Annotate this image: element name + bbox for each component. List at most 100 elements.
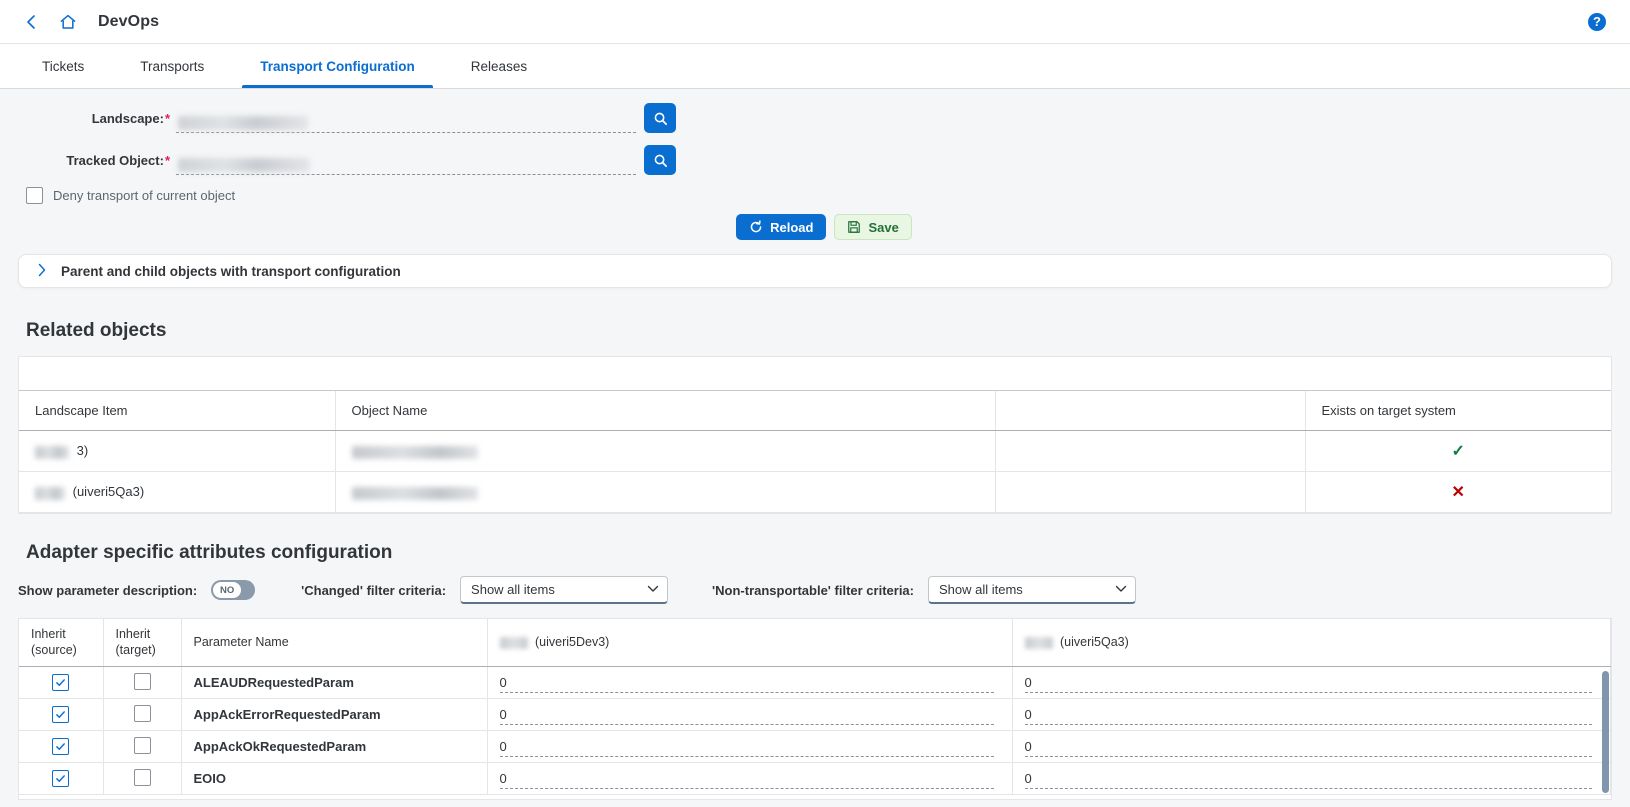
chevron-right-glyph — [38, 263, 46, 276]
landscape-label-text: Landscape: — [91, 110, 164, 126]
chevron-down-icon — [647, 584, 659, 596]
column-exists-on-target-system[interactable]: Exists on target system — [1305, 391, 1611, 431]
reload-button[interactable]: Reload — [736, 214, 827, 240]
table-row[interactable]: (uiveri5Qa3) ✕ — [19, 471, 1611, 513]
help-icon[interactable]: ? — [1588, 12, 1606, 31]
search-icon — [654, 154, 667, 167]
inherit-source-checkbox[interactable] — [52, 770, 70, 788]
table-row[interactable]: AppAckErrorRequestedParam 0 0 — [19, 698, 1611, 732]
cell-parameter-name: EOIO — [181, 762, 488, 796]
cell-spacer — [995, 430, 1306, 472]
adapter-attributes-title: Adapter specific attributes configuratio… — [26, 542, 393, 563]
parameters-table-scrollbar[interactable] — [1602, 671, 1609, 793]
parameters-table-card: Inherit (source) Inherit (target) Parame… — [18, 618, 1612, 800]
tracked-object-label-text: Tracked Object: — [66, 152, 164, 168]
column-object-name[interactable]: Object Name — [335, 391, 996, 431]
cell-exists-on-target: ✕ — [1305, 471, 1611, 513]
redacted-text — [499, 636, 528, 649]
cell-dev-value[interactable]: 0 — [487, 698, 1013, 732]
chevron-down-glyph — [647, 585, 659, 592]
cell-qa-value[interactable]: 0 — [1012, 730, 1611, 764]
save-button-label: Save — [868, 219, 899, 235]
show-parameter-description-label: Show parameter description: — [18, 582, 198, 598]
inherit-source-checkbox[interactable] — [52, 738, 70, 756]
column-parameter-name[interactable]: Parameter Name — [181, 619, 488, 668]
refresh-icon — [750, 220, 762, 233]
tracked-object-field-wrap — [176, 145, 676, 175]
related-objects-toolbar — [19, 357, 1611, 391]
landscape-item-text: (uiveri5Qa3) — [72, 484, 145, 500]
inherit-target-checkbox[interactable] — [133, 768, 151, 786]
tab-transports[interactable]: Transports — [112, 44, 232, 88]
cell-parameter-name: AppAckErrorRequestedParam — [181, 698, 488, 732]
cell-exists-on-target: ✓ — [1305, 430, 1611, 472]
home-button[interactable] — [52, 7, 84, 37]
chevron-right-icon[interactable] — [37, 263, 47, 280]
cell-spacer — [995, 471, 1306, 513]
save-button[interactable]: Save — [834, 214, 912, 240]
params-body: ALEAUDRequestedParam 0 0 AppAckErrorRequ… — [19, 666, 1611, 796]
landscape-redaction — [178, 116, 308, 130]
inherit-source-line1: Inherit — [31, 627, 66, 641]
changed-filter-select[interactable]: Show all items — [460, 576, 669, 604]
redacted-text — [35, 445, 69, 459]
inherit-target-checkbox[interactable] — [133, 704, 151, 722]
cell-dev-value[interactable]: 0 — [487, 762, 1013, 796]
column-landscape-item[interactable]: Landscape Item — [19, 391, 336, 431]
qa-value-text: 0 — [1024, 672, 1592, 694]
tab-bar: Tickets Transports Transport Configurati… — [0, 44, 1630, 89]
tracked-object-value-help-button[interactable] — [644, 145, 676, 175]
related-objects-table-card: Landscape Item Object Name Exists on tar… — [18, 356, 1612, 514]
inherit-source-checkbox[interactable] — [52, 674, 70, 692]
table-row[interactable]: 3) ✓ — [19, 430, 1611, 472]
cell-inherit-target — [103, 730, 182, 764]
cell-landscape-item: (uiveri5Qa3) — [19, 471, 336, 513]
check-icon — [56, 679, 66, 687]
inherit-target-checkbox[interactable] — [133, 736, 151, 754]
adapter-filter-bar: Show parameter description: NO 'Changed'… — [18, 576, 1630, 604]
column-system-qa[interactable]: (uiveri5Qa3) — [1012, 619, 1611, 668]
inherit-target-line1: Inherit — [115, 627, 151, 641]
landscape-row: Landscape:* — [0, 103, 1630, 133]
related-objects-table: Landscape Item Object Name Exists on tar… — [19, 391, 1611, 513]
inherit-source-checkbox[interactable] — [52, 706, 70, 724]
column-inherit-target[interactable]: Inherit (target) — [103, 619, 182, 668]
dev-value-text: 0 — [499, 704, 994, 726]
nontransportable-filter-select[interactable]: Show all items — [928, 576, 1136, 604]
related-objects-title: Related objects — [26, 320, 167, 341]
column-spacer — [995, 391, 1306, 431]
column-system-dev[interactable]: (uiveri5Dev3) — [487, 619, 1013, 668]
cell-dev-value[interactable]: 0 — [487, 666, 1013, 700]
check-icon — [56, 743, 66, 751]
shell-bar: DevOps ? — [0, 0, 1630, 44]
show-parameter-description-toggle[interactable]: NO — [211, 580, 256, 600]
cell-dev-value[interactable]: 0 — [487, 730, 1013, 764]
deny-transport-checkbox[interactable] — [26, 187, 43, 204]
cell-qa-value[interactable]: 0 — [1012, 698, 1611, 732]
cell-qa-value[interactable]: 0 — [1012, 666, 1611, 700]
table-row[interactable]: AppAckOkRequestedParam 0 0 — [19, 730, 1611, 764]
cell-inherit-target — [103, 666, 182, 700]
tab-transport-configuration[interactable]: Transport Configuration — [232, 44, 443, 88]
back-button[interactable] — [16, 7, 46, 37]
tab-tickets[interactable]: Tickets — [14, 44, 112, 88]
landscape-value-help-button[interactable] — [644, 103, 676, 133]
tab-label: Transport Configuration — [260, 58, 415, 74]
system-dev-text: (uiveri5Dev3) — [534, 634, 610, 649]
dev-value-text: 0 — [499, 736, 994, 758]
cell-qa-value[interactable]: 0 — [1012, 762, 1611, 796]
tab-releases[interactable]: Releases — [443, 44, 555, 88]
shell-title: DevOps — [98, 12, 160, 30]
cell-inherit-target — [103, 698, 182, 732]
cell-object-name — [335, 430, 996, 472]
save-icon — [848, 221, 861, 233]
cell-landscape-item: 3) — [19, 430, 336, 472]
table-row[interactable]: EOIO 0 0 — [19, 762, 1611, 796]
column-inherit-source[interactable]: Inherit (source) — [19, 619, 104, 668]
inherit-target-checkbox[interactable] — [133, 672, 151, 690]
table-row[interactable]: ALEAUDRequestedParam 0 0 — [19, 666, 1611, 700]
page-root: DevOps ? Tickets Transports Transport Co… — [0, 0, 1630, 807]
dev-value-text: 0 — [499, 672, 994, 694]
tab-label: Tickets — [42, 58, 85, 74]
parent-child-objects-panel[interactable]: Parent and child objects with transport … — [18, 254, 1612, 288]
